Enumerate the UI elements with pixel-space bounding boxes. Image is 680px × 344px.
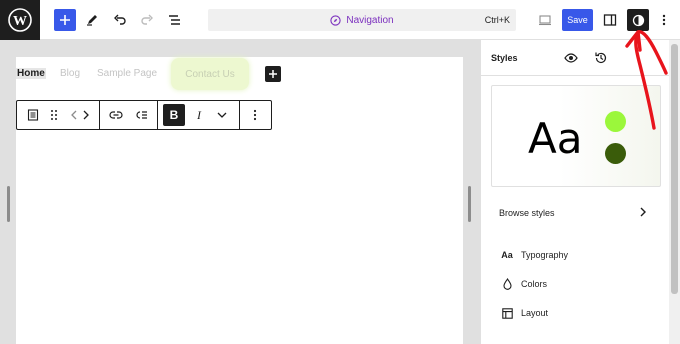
scrollbar-thumb[interactable] bbox=[671, 44, 678, 294]
styles-button[interactable] bbox=[627, 9, 649, 31]
canvas-resize-handle-right[interactable] bbox=[468, 186, 471, 222]
italic-button[interactable]: I bbox=[189, 101, 209, 129]
preview-typography-sample: Aa bbox=[528, 114, 583, 163]
eye-icon bbox=[564, 53, 578, 63]
plus-icon bbox=[269, 70, 277, 78]
link-button[interactable] bbox=[105, 101, 127, 129]
chevron-right-icon bbox=[640, 207, 646, 217]
block-inserter-button[interactable] bbox=[54, 9, 76, 31]
undo-button[interactable] bbox=[109, 9, 131, 31]
wordpress-logo-button[interactable]: W bbox=[0, 0, 40, 40]
canvas-resize-handle-left[interactable] bbox=[7, 186, 10, 222]
styles-sidebar: Styles Aa Browse styles Aa Typography Co… bbox=[480, 40, 680, 344]
layout-label: Layout bbox=[521, 308, 549, 318]
command-center-title: Navigation bbox=[346, 14, 394, 26]
editor-canvas-area: Home Blog Sample Page Contact Us B I bbox=[0, 40, 480, 344]
svg-text:W: W bbox=[13, 14, 27, 29]
submenu-icon bbox=[136, 111, 147, 119]
pencil-icon bbox=[87, 15, 97, 26]
nav-link-home[interactable]: Home bbox=[16, 68, 46, 79]
redo-button[interactable] bbox=[136, 9, 158, 31]
wordpress-icon: W bbox=[8, 8, 32, 32]
drag-icon bbox=[51, 110, 57, 120]
redo-icon bbox=[141, 14, 153, 25]
save-button[interactable]: Save bbox=[562, 9, 593, 31]
options-button[interactable] bbox=[653, 9, 675, 31]
sidebar-title: Styles bbox=[491, 53, 518, 63]
style-preview[interactable]: Aa bbox=[491, 85, 661, 187]
compass-icon bbox=[330, 14, 342, 26]
chevron-left-icon bbox=[71, 110, 77, 120]
preview-color-primary bbox=[605, 111, 626, 132]
history-icon bbox=[595, 52, 607, 64]
layout-item[interactable]: Layout bbox=[501, 305, 548, 321]
editor-header: W Navigation Ctrl+K Save bbox=[0, 0, 680, 40]
colors-label: Colors bbox=[521, 279, 548, 289]
style-book-button[interactable] bbox=[562, 49, 580, 67]
more-vertical-icon bbox=[253, 109, 257, 121]
command-center[interactable]: Navigation Ctrl+K bbox=[208, 9, 516, 31]
nav-link-contact-us[interactable]: Contact Us bbox=[171, 58, 249, 90]
block-toolbar: B I bbox=[16, 100, 272, 130]
editor-frame[interactable]: Home Blog Sample Page Contact Us B I bbox=[16, 57, 463, 344]
nav-link-blog[interactable]: Blog bbox=[60, 68, 80, 79]
contrast-icon bbox=[632, 14, 644, 26]
typography-label: Typography bbox=[521, 250, 569, 260]
revisions-button[interactable] bbox=[592, 49, 610, 67]
sidebar-scrollbar[interactable] bbox=[669, 40, 680, 344]
droplet-icon bbox=[501, 278, 513, 290]
list-view-icon bbox=[169, 15, 180, 25]
chevron-right-icon bbox=[83, 110, 89, 120]
desktop-icon bbox=[539, 15, 551, 26]
browse-styles-button[interactable]: Browse styles bbox=[499, 208, 555, 218]
toolbar-divider bbox=[99, 101, 100, 129]
drag-handle[interactable] bbox=[46, 101, 62, 129]
colors-item[interactable]: Colors bbox=[501, 276, 547, 292]
add-submenu-button[interactable] bbox=[130, 101, 152, 129]
move-right-button[interactable] bbox=[79, 101, 93, 129]
nav-link-sample-page[interactable]: Sample Page bbox=[97, 68, 157, 79]
typography-item[interactable]: Aa Typography bbox=[501, 247, 568, 263]
sidebar-header: Styles bbox=[481, 40, 680, 76]
page-icon bbox=[27, 109, 39, 121]
undo-icon bbox=[114, 14, 126, 25]
typography-icon: Aa bbox=[501, 250, 513, 260]
device-preview-button[interactable] bbox=[534, 9, 556, 31]
contact-us-label: Contact Us bbox=[185, 68, 235, 80]
bold-button[interactable]: B bbox=[163, 104, 185, 126]
more-formats-button[interactable] bbox=[213, 101, 231, 129]
more-vertical-icon bbox=[662, 14, 666, 26]
layout-icon bbox=[501, 307, 513, 319]
document-overview-button[interactable] bbox=[163, 9, 185, 31]
block-type-button[interactable] bbox=[21, 101, 45, 129]
preview-color-secondary bbox=[605, 143, 626, 164]
tools-button[interactable] bbox=[81, 9, 103, 31]
plus-icon bbox=[60, 15, 70, 25]
block-options-button[interactable] bbox=[245, 101, 265, 129]
sidebar-icon bbox=[603, 14, 617, 26]
navigation-block[interactable]: Home Blog Sample Page Contact Us bbox=[16, 57, 463, 91]
command-shortcut: Ctrl+K bbox=[484, 15, 510, 25]
add-nav-item-button[interactable] bbox=[265, 66, 281, 82]
settings-sidebar-button[interactable] bbox=[599, 9, 621, 31]
link-icon bbox=[109, 111, 123, 119]
chevron-down-icon bbox=[217, 112, 227, 118]
toolbar-divider bbox=[239, 101, 240, 129]
toolbar-divider bbox=[157, 101, 158, 129]
